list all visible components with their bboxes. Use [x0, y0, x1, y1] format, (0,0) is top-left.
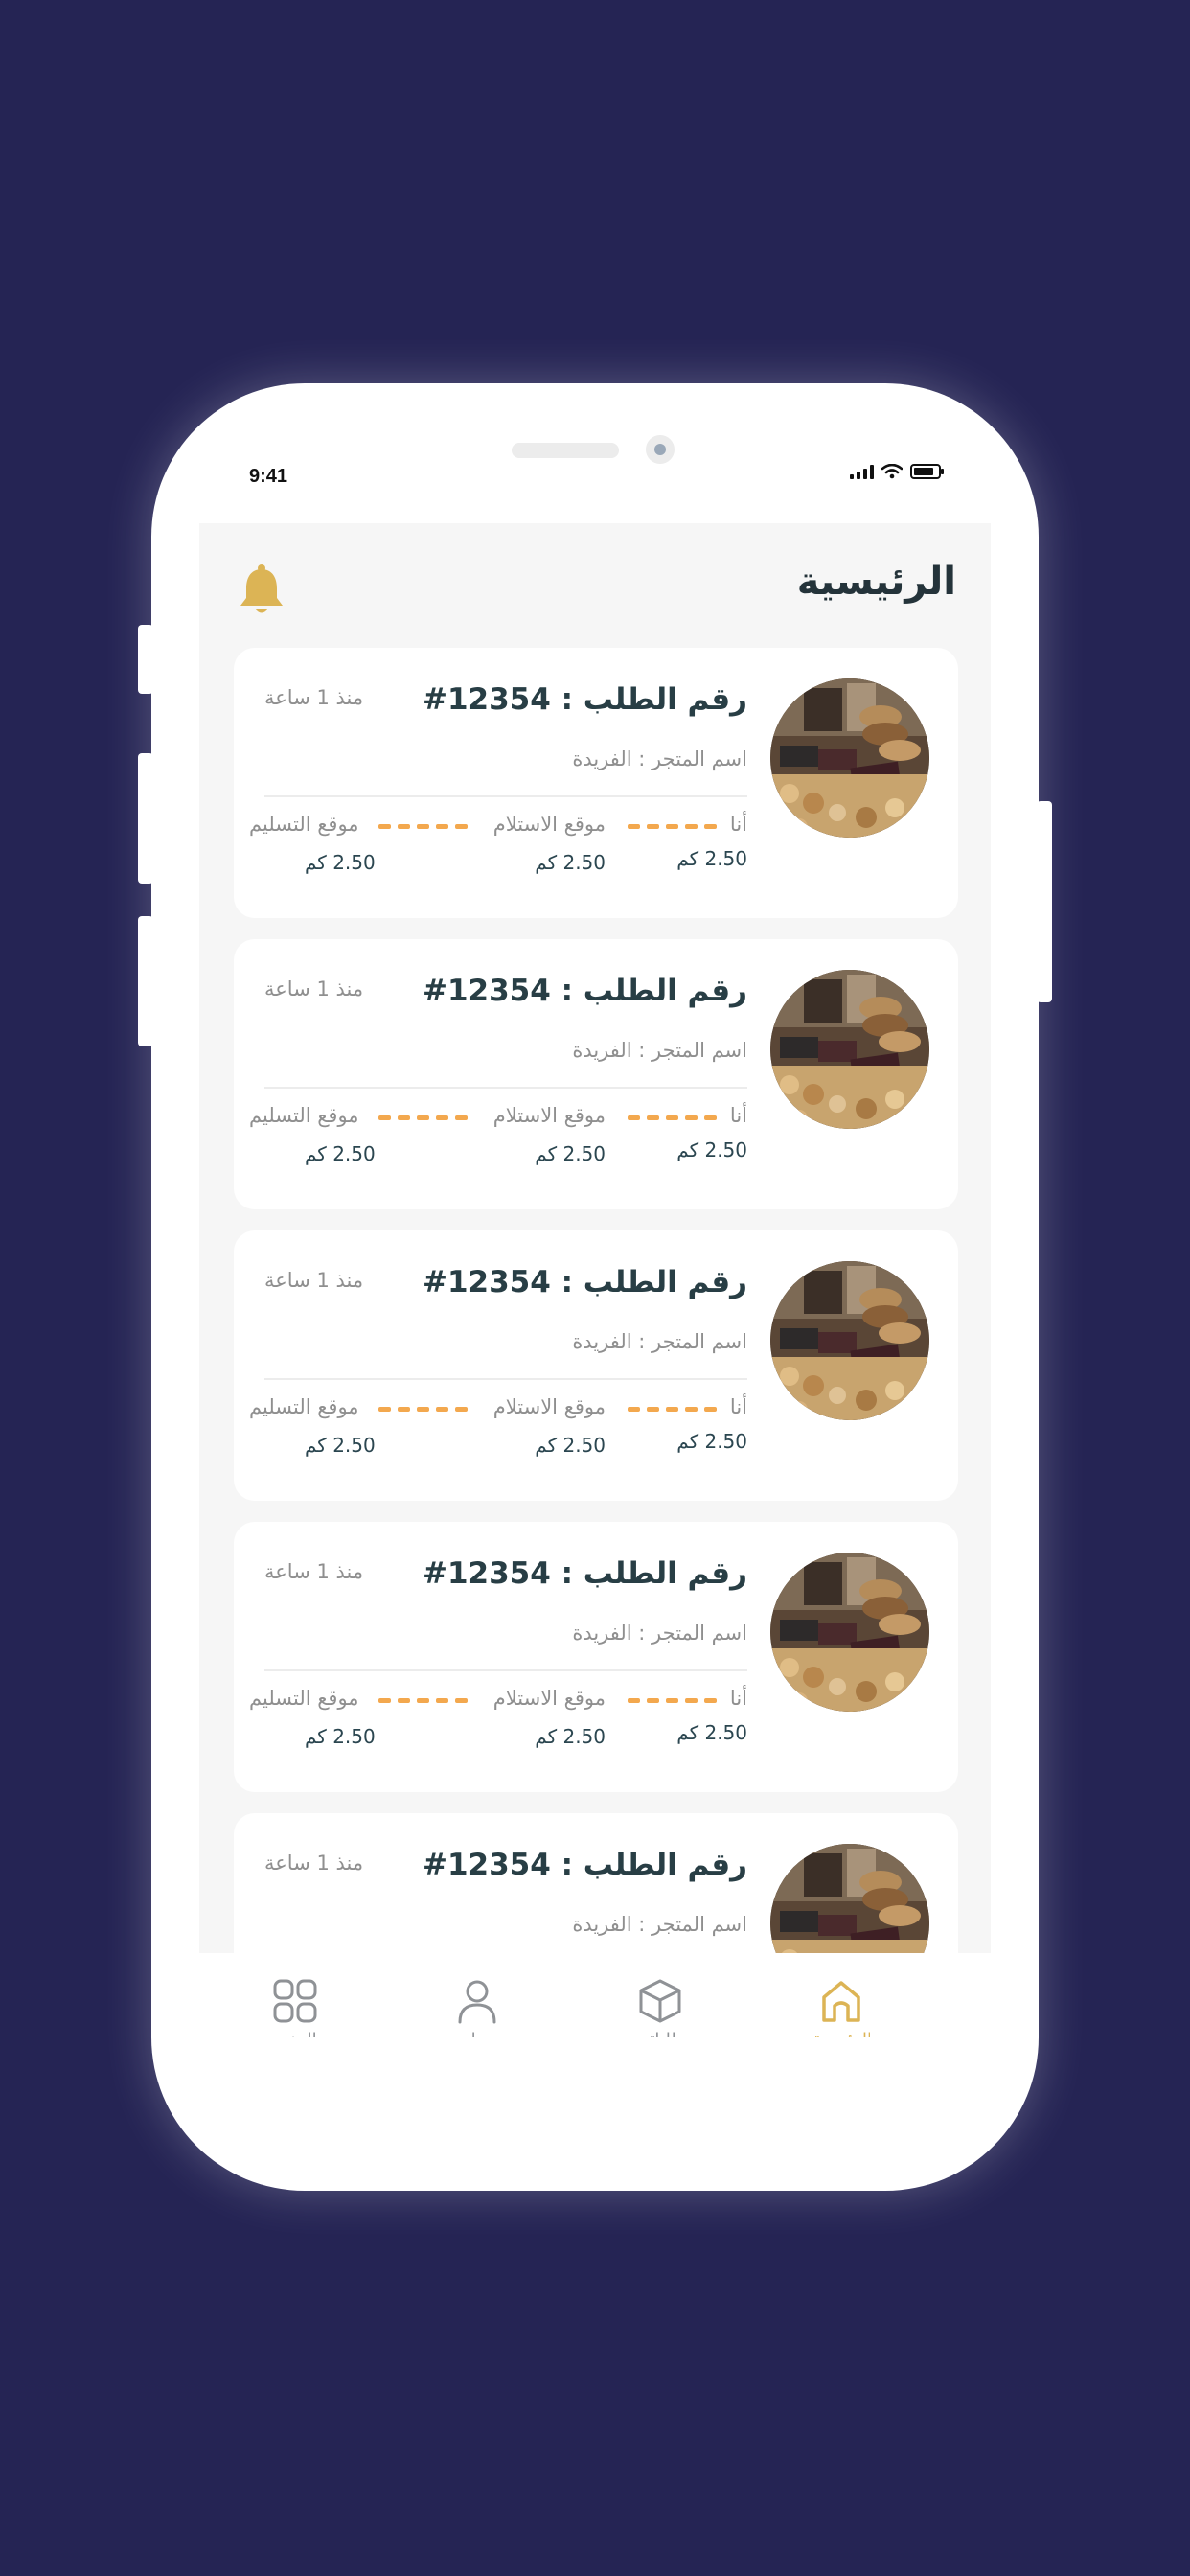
store-thumbnail	[770, 678, 929, 838]
order-time-ago: منذ 1 ساعة	[264, 1269, 364, 1292]
order-time-ago: منذ 1 ساعة	[264, 1852, 364, 1874]
home-icon	[812, 1976, 870, 2026]
store-name: اسم المتجر : الفريدة	[572, 748, 747, 770]
delivery-label: موقع التسليم	[249, 1395, 359, 1418]
bell-icon[interactable]	[238, 564, 286, 617]
speaker	[512, 443, 619, 458]
order-number: رقم الطلب : 12354#	[422, 974, 747, 1008]
route-info: أنا موقع الاستلام موقع التسليم 2.50 كم 2.50 …	[249, 1687, 747, 1763]
signal-icon	[850, 464, 874, 479]
phone-body: 9:41 الرئيسية رقم الطلب : 12354# منذ 1 سا…	[151, 383, 1039, 2191]
order-time-ago: منذ 1 ساعة	[264, 686, 364, 709]
delivery-label: موقع التسليم	[249, 1687, 359, 1710]
order-number: رقم الطلب : 12354#	[422, 682, 747, 717]
route-dashes	[378, 1698, 468, 1703]
pickup-label: موقع الاستلام	[492, 1104, 606, 1127]
store-name: اسم المتجر : الفريدة	[572, 1039, 747, 1062]
store-thumbnail	[770, 970, 929, 1129]
pickup-distance: 2.50 كم	[535, 1725, 606, 1748]
delivery-label: موقع التسليم	[249, 1104, 359, 1127]
app-screen: الرئيسية رقم الطلب : 12354# منذ 1 ساعة اسم…	[199, 523, 991, 1953]
store-thumbnail	[770, 1552, 929, 1712]
route-info: أنا موقع الاستلام موقع التسليم 2.50 كم 2.50 …	[249, 1395, 747, 1472]
store-name: اسم المتجر : الفريدة	[572, 1622, 747, 1644]
pickup-label: موقع الاستلام	[492, 1395, 606, 1418]
order-card[interactable]: رقم الطلب : 12354# منذ 1 ساعة اسم المتجر :…	[234, 939, 958, 1209]
front-camera	[646, 435, 675, 464]
me-distance: 2.50 كم	[676, 847, 747, 870]
nav-item-home[interactable]: الرئيسية	[812, 1976, 870, 2053]
divider	[264, 795, 747, 797]
me-label: أنا	[729, 813, 747, 836]
route-info: أنا موقع الاستلام موقع التسليم 2.50 كم 2.50 …	[249, 813, 747, 889]
delivery-distance: 2.50 كم	[305, 1434, 376, 1457]
store-name: اسم المتجر : الفريدة	[572, 1330, 747, 1353]
order-card[interactable]: رقم الطلب : 12354# منذ 1 ساعة اسم المتجر :…	[234, 648, 958, 918]
orders-list: رقم الطلب : 12354# منذ 1 ساعة اسم المتجر :…	[234, 648, 958, 1953]
nav-item-grid[interactable]: المزيد	[266, 1976, 324, 2053]
order-time-ago: منذ 1 ساعة	[264, 978, 364, 1000]
grid-icon	[266, 1976, 324, 2026]
route-dashes	[628, 1698, 717, 1703]
wifi-icon	[881, 464, 903, 479]
battery-icon	[910, 464, 944, 479]
me-label: أنا	[729, 1687, 747, 1710]
status-time: 9:41	[249, 466, 288, 487]
delivery-distance: 2.50 كم	[305, 851, 376, 874]
page-title: الرئيسية	[796, 560, 956, 604]
nav-label: المزيد	[266, 2030, 324, 2037]
pickup-label: موقع الاستلام	[492, 813, 606, 836]
pickup-distance: 2.50 كم	[535, 1142, 606, 1165]
me-distance: 2.50 كم	[676, 1430, 747, 1453]
me-distance: 2.50 كم	[676, 1721, 747, 1744]
route-dashes	[378, 1116, 468, 1120]
route-info: أنا موقع الاستلام موقع التسليم 2.50 كم 2.50 …	[249, 1104, 747, 1181]
nav-item-user[interactable]: حسابي	[448, 1976, 506, 2053]
order-card[interactable]: رقم الطلب : 12354# منذ 1 ساعة اسم المتجر :…	[234, 1813, 958, 1953]
nav-item-box[interactable]: طلباتي	[631, 1976, 689, 2053]
route-dashes	[628, 1407, 717, 1412]
delivery-label: موقع التسليم	[249, 813, 359, 836]
order-number: رقم الطلب : 12354#	[422, 1848, 747, 1882]
delivery-distance: 2.50 كم	[305, 1142, 376, 1165]
me-label: أنا	[729, 1104, 747, 1127]
order-card[interactable]: رقم الطلب : 12354# منذ 1 ساعة اسم المتجر :…	[234, 1522, 958, 1792]
divider	[264, 1669, 747, 1671]
power-button	[1037, 801, 1052, 1002]
nav-label: الرئيسية	[812, 2030, 870, 2037]
route-dashes	[378, 1407, 468, 1412]
store-thumbnail	[770, 1261, 929, 1420]
store-thumbnail	[770, 1844, 929, 1953]
store-name: اسم المتجر : الفريدة	[572, 1913, 747, 1936]
order-time-ago: منذ 1 ساعة	[264, 1560, 364, 1583]
nav-label: حسابي	[448, 2030, 506, 2037]
order-card[interactable]: رقم الطلب : 12354# منذ 1 ساعة اسم المتجر :…	[234, 1230, 958, 1501]
user-icon	[448, 1976, 506, 2026]
device-frame: 9:41 الرئيسية رقم الطلب : 12354# منذ 1 سا…	[0, 0, 1190, 2576]
pickup-label: موقع الاستلام	[492, 1687, 606, 1710]
pickup-distance: 2.50 كم	[535, 851, 606, 874]
order-number: رقم الطلب : 12354#	[422, 1265, 747, 1300]
order-number: رقم الطلب : 12354#	[422, 1556, 747, 1591]
route-dashes	[378, 824, 468, 829]
route-dashes	[628, 824, 717, 829]
divider	[264, 1087, 747, 1089]
bottom-nav: الرئيسية طلباتي حسابي المزيد	[199, 1953, 991, 2058]
box-icon	[631, 1976, 689, 2026]
me-distance: 2.50 كم	[676, 1138, 747, 1162]
nav-label: طلباتي	[631, 2030, 689, 2037]
me-label: أنا	[729, 1395, 747, 1418]
delivery-distance: 2.50 كم	[305, 1725, 376, 1748]
pickup-distance: 2.50 كم	[535, 1434, 606, 1457]
divider	[264, 1378, 747, 1380]
status-icons	[850, 464, 944, 479]
route-dashes	[628, 1116, 717, 1120]
